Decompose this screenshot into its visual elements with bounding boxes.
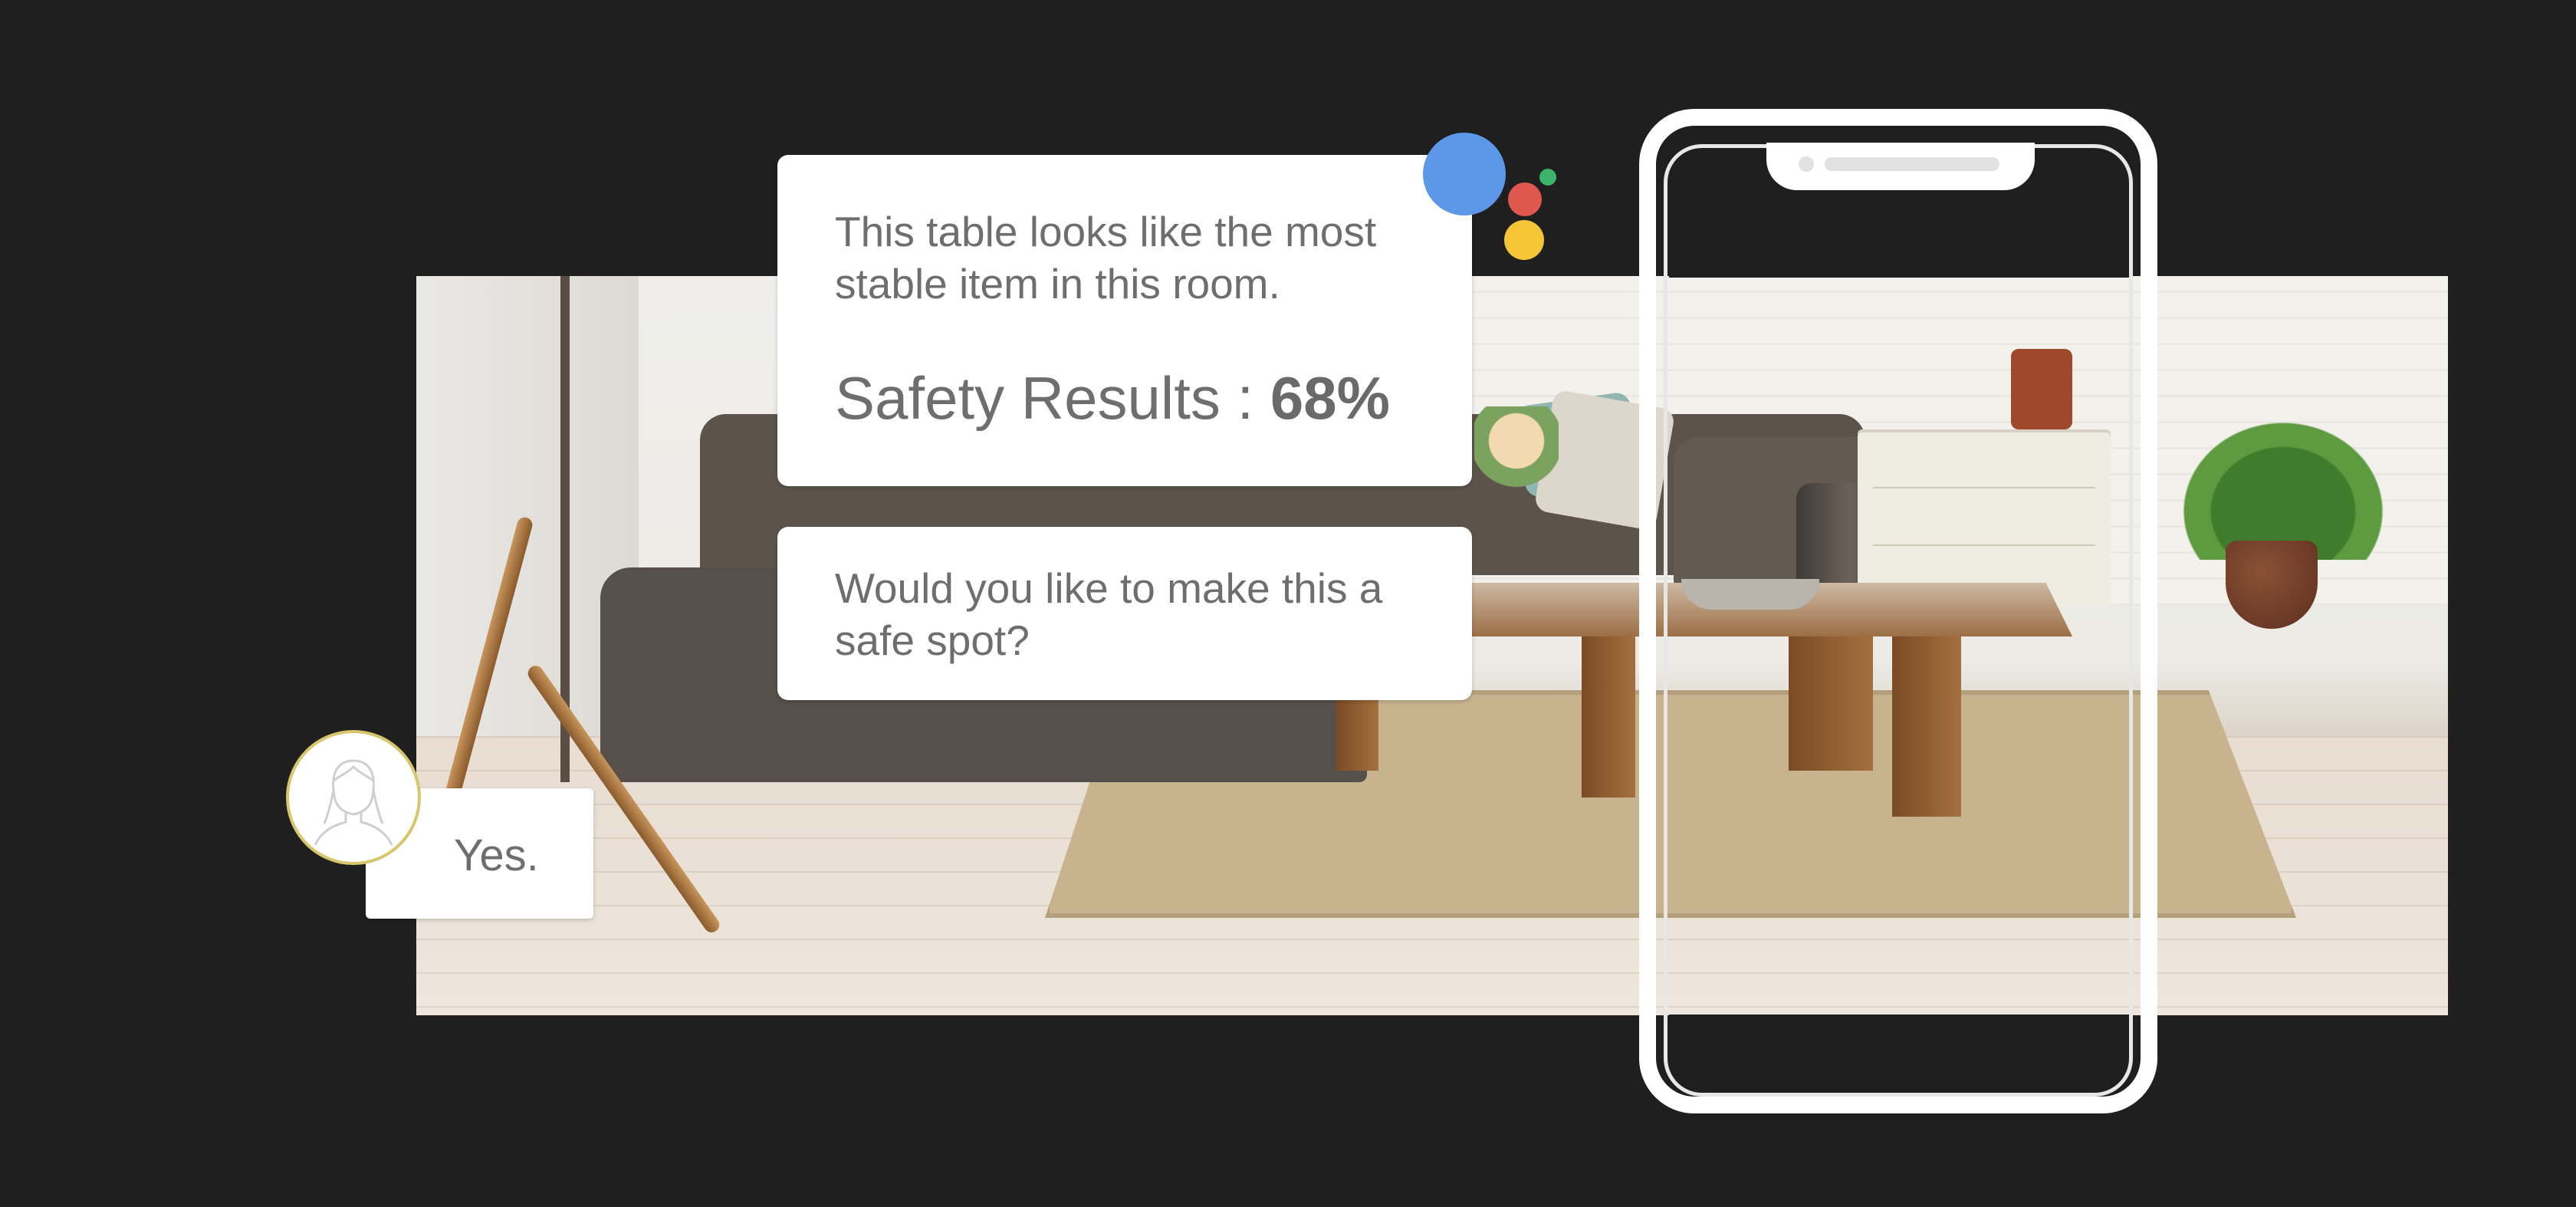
table-leg <box>1582 636 1635 798</box>
assistant-message-card: This table looks like the most stable it… <box>777 155 1472 486</box>
potted-plant <box>2157 399 2410 560</box>
speaker-icon <box>1825 157 1999 171</box>
user-outline-icon <box>314 759 393 846</box>
phone-frame <box>1639 109 2157 1113</box>
safety-label: Safety Results : <box>835 364 1254 432</box>
assistant-question-card: Would you like to make this a safe spot? <box>777 527 1472 700</box>
assistant-dot-red <box>1508 183 1542 216</box>
safety-results: Safety Results : 68% <box>835 363 1390 433</box>
plant-pot <box>2226 541 2318 629</box>
assistant-dot-green <box>1539 169 1556 186</box>
assistant-question: Would you like to make this a safe spot? <box>835 564 1383 664</box>
assistant-dot-yellow <box>1504 220 1544 260</box>
flower-vase <box>1474 406 1559 521</box>
assistant-dot-blue <box>1423 133 1506 215</box>
user-avatar <box>286 730 421 865</box>
user-reply: Yes. <box>454 830 539 880</box>
camera-icon <box>1799 156 1814 172</box>
safety-value: 68% <box>1270 364 1391 432</box>
assistant-message: This table looks like the most stable it… <box>835 208 1377 308</box>
